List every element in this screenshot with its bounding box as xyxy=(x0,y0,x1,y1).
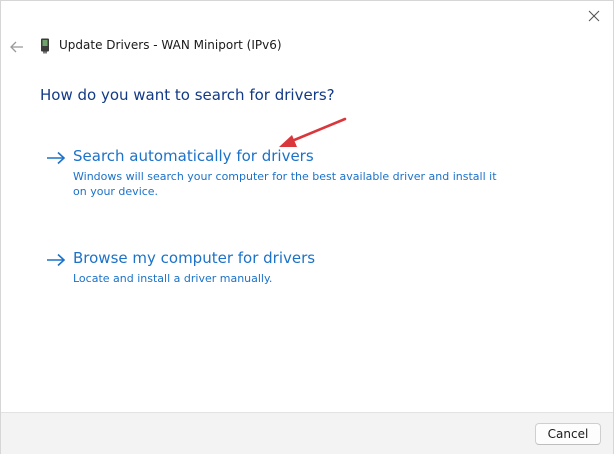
arrow-left-icon xyxy=(10,41,23,53)
option-description: Locate and install a driver manually. xyxy=(73,272,273,285)
dialog-footer: Cancel xyxy=(1,412,613,454)
close-icon xyxy=(588,10,600,22)
dialog-title: Update Drivers - WAN Miniport (IPv6) xyxy=(59,38,282,52)
cancel-button[interactable]: Cancel xyxy=(535,423,601,445)
update-drivers-dialog: Update Drivers - WAN Miniport (IPv6) How… xyxy=(0,0,614,454)
page-heading: How do you want to search for drivers? xyxy=(40,86,335,104)
arrow-right-icon xyxy=(47,253,66,267)
option-title[interactable]: Search automatically for drivers xyxy=(73,147,314,165)
option-title[interactable]: Browse my computer for drivers xyxy=(73,249,315,267)
arrow-right-icon xyxy=(47,151,66,165)
network-adapter-icon xyxy=(40,38,50,54)
option-description: Windows will search your computer for th… xyxy=(73,170,497,198)
close-button[interactable] xyxy=(585,7,603,25)
back-button[interactable] xyxy=(9,39,25,53)
